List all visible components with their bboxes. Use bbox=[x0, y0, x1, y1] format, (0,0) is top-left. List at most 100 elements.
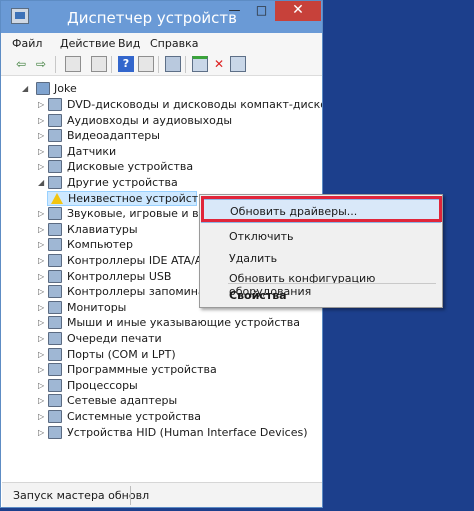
tree-category-item[interactable]: ▷ Системные устройства bbox=[2, 409, 322, 425]
tree-item-label: Мониторы bbox=[67, 301, 127, 314]
scan-hardware-icon[interactable] bbox=[165, 56, 181, 72]
tree-item-label: Компьютер bbox=[67, 238, 133, 251]
expand-arrow-icon[interactable]: ▷ bbox=[38, 332, 48, 346]
expand-arrow-icon[interactable]: ▷ bbox=[38, 379, 48, 393]
tree-item-label: Порты (COM и LPT) bbox=[67, 348, 176, 361]
tree-category-item[interactable]: ▷ Мыши и иные указывающие устройства bbox=[2, 315, 322, 331]
tree-item-label: Контроллеры IDE ATA/ATAI bbox=[67, 254, 219, 267]
disable-icon[interactable] bbox=[230, 56, 246, 72]
expand-arrow-icon[interactable]: ▷ bbox=[38, 114, 48, 128]
toolbar: ⇦ ⇨ ? ✕ bbox=[1, 53, 322, 76]
update-driver-icon[interactable] bbox=[192, 56, 208, 72]
expand-arrow-icon[interactable]: ▷ bbox=[38, 285, 48, 299]
usb-controller-icon bbox=[48, 270, 62, 283]
tree-category-item[interactable]: ▷ Видеоадаптеры bbox=[2, 128, 322, 144]
expand-arrow-icon[interactable]: ▷ bbox=[38, 348, 48, 362]
tree-category-item[interactable]: ▷ Датчики bbox=[2, 144, 322, 160]
tree-category-item[interactable]: ▷ Дисковые устройства bbox=[2, 159, 322, 175]
menu-item-scan-hardware[interactable]: Обновить конфигурацию оборудования bbox=[201, 263, 441, 298]
other-devices-icon bbox=[48, 176, 62, 189]
window-title: Диспетчер устройств bbox=[67, 9, 238, 27]
tree-item-label: Неизвестное устройство bbox=[68, 192, 212, 205]
keyboard-icon bbox=[48, 223, 62, 236]
expand-arrow-icon[interactable]: ▷ bbox=[38, 363, 48, 377]
expand-arrow-icon[interactable]: ▷ bbox=[38, 207, 48, 221]
expand-arrow-icon[interactable]: ▷ bbox=[38, 160, 48, 174]
computer-icon bbox=[36, 82, 50, 95]
monitor-icon bbox=[48, 301, 62, 314]
forward-icon[interactable]: ⇨ bbox=[33, 56, 49, 72]
expand-arrow-icon[interactable]: ▷ bbox=[38, 254, 48, 268]
panel-icon[interactable] bbox=[138, 56, 154, 72]
expand-arrow-icon[interactable]: ▷ bbox=[38, 129, 48, 143]
sound-icon bbox=[48, 207, 62, 220]
tree-item-label: Клавиатуры bbox=[67, 223, 138, 236]
expand-arrow-icon[interactable]: ▷ bbox=[38, 98, 48, 112]
back-icon[interactable]: ⇦ bbox=[13, 56, 29, 72]
tree-item-label: Дисковые устройства bbox=[67, 160, 194, 173]
collapse-arrow-icon[interactable]: ◢ bbox=[22, 82, 32, 96]
tree-category-item[interactable]: ▷ Программные устройства bbox=[2, 362, 322, 378]
audio-icon bbox=[48, 114, 62, 127]
expand-arrow-icon[interactable]: ▷ bbox=[38, 301, 48, 315]
tree-category-item[interactable]: ▷ Сетевые адаптеры bbox=[2, 393, 322, 409]
status-text: Запуск мастера обновл bbox=[13, 489, 150, 502]
tree-category-item[interactable]: ▷ DVD-дисководы и дисководы компакт-диско… bbox=[2, 97, 322, 113]
tree-category-item[interactable]: ▷ Очереди печати bbox=[2, 331, 322, 347]
computer-icon bbox=[48, 238, 62, 251]
menu-item-properties[interactable]: Свойства bbox=[201, 285, 441, 307]
tree-item-label: Процессоры bbox=[67, 379, 138, 392]
menu-item-label: Свойства bbox=[229, 289, 287, 302]
display-adapter-icon bbox=[48, 129, 62, 142]
expand-arrow-icon[interactable]: ▷ bbox=[38, 316, 48, 330]
tree-category-item[interactable]: ▷ Аудиовходы и аудиовыходы bbox=[2, 113, 322, 129]
expand-arrow-icon[interactable]: ▷ bbox=[38, 238, 48, 252]
title-bar[interactable]: Диспетчер устройств — □ ✕ bbox=[1, 1, 322, 33]
tree-item-label: Другие устройства bbox=[67, 176, 178, 189]
toolbar-separator bbox=[158, 56, 159, 73]
toolbar-separator bbox=[185, 56, 186, 73]
close-button[interactable]: ✕ bbox=[275, 1, 321, 21]
mouse-icon bbox=[48, 316, 62, 329]
system-device-icon bbox=[48, 410, 62, 423]
expand-arrow-icon[interactable]: ▷ bbox=[38, 394, 48, 408]
menu-view[interactable]: Вид bbox=[118, 37, 140, 50]
tree-item-label: Очереди печати bbox=[67, 332, 162, 345]
expand-arrow-icon[interactable]: ▷ bbox=[38, 270, 48, 284]
tree-category-item[interactable]: ▷ Процессоры bbox=[2, 378, 322, 394]
menu-item-update-drivers[interactable]: Обновить драйверы... bbox=[201, 199, 441, 223]
expand-arrow-icon[interactable]: ▷ bbox=[38, 410, 48, 424]
tree-root[interactable]: ◢ Joke bbox=[2, 81, 322, 97]
properties-icon[interactable] bbox=[65, 56, 81, 72]
menu-item-label: Обновить драйверы... bbox=[230, 205, 358, 218]
tree-item-label: Сетевые адаптеры bbox=[67, 394, 178, 407]
expand-arrow-icon[interactable]: ▷ bbox=[38, 223, 48, 237]
uninstall-icon[interactable]: ✕ bbox=[211, 56, 227, 72]
expand-arrow-icon[interactable]: ▷ bbox=[38, 426, 48, 440]
help-icon[interactable]: ? bbox=[118, 56, 134, 72]
device-manager-icon bbox=[11, 8, 29, 24]
warning-icon bbox=[51, 193, 63, 204]
view-icon[interactable] bbox=[91, 56, 107, 72]
tree-item-label: Мыши и иные указывающие устройства bbox=[67, 316, 301, 329]
menu-item-label: Отключить bbox=[229, 230, 294, 243]
menu-help[interactable]: Справка bbox=[150, 37, 198, 50]
menu-action[interactable]: Действие bbox=[60, 37, 115, 50]
tree-item-label: Программные устройства bbox=[67, 363, 217, 376]
menu-file[interactable]: Файл bbox=[12, 37, 42, 50]
toolbar-separator bbox=[55, 56, 56, 73]
collapse-arrow-icon[interactable]: ◢ bbox=[38, 176, 48, 190]
tree-item-label: Контроллеры USB bbox=[67, 270, 172, 283]
context-menu: Обновить драйверы... Отключить Удалить О… bbox=[199, 194, 443, 308]
menu-separator bbox=[228, 283, 436, 284]
tree-item-label: Устройства HID (Human Interface Devices) bbox=[67, 426, 308, 439]
tree-category-item[interactable]: ▷ Порты (COM и LPT) bbox=[2, 347, 322, 363]
status-separator bbox=[130, 486, 131, 505]
menu-item-disable[interactable]: Отключить bbox=[201, 226, 441, 248]
minimize-button[interactable]: — bbox=[221, 1, 248, 21]
tree-category-item[interactable]: ◢ Другие устройства bbox=[2, 175, 322, 191]
tree-category-item[interactable]: ▷ Устройства HID (Human Interface Devices… bbox=[2, 425, 322, 441]
expand-arrow-icon[interactable]: ▷ bbox=[38, 145, 48, 159]
sensor-icon bbox=[48, 145, 62, 158]
maximize-button[interactable]: □ bbox=[248, 1, 275, 21]
